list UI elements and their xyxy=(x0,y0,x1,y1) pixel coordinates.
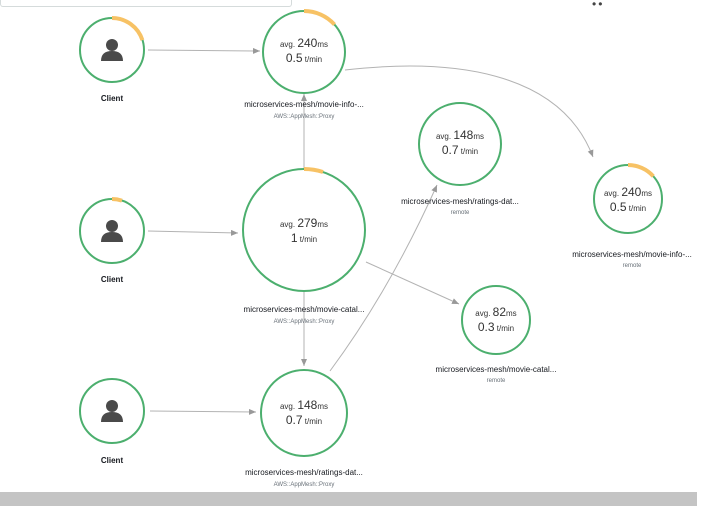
service-name[interactable]: microservices-mesh/movie-info-... xyxy=(572,250,692,259)
edge-client2-movie-catalog xyxy=(147,229,239,236)
page-margin xyxy=(697,0,715,506)
service-type: remote xyxy=(450,210,470,216)
service-type: AWS::AppMesh::Proxy xyxy=(273,114,335,120)
edge-catalog-catalog-remote xyxy=(365,261,460,305)
edge-client1-movie-info xyxy=(147,47,261,54)
service-node-movie-info[interactable] xyxy=(262,9,346,94)
service-type: AWS::AppMesh::Proxy xyxy=(273,319,335,325)
service-type: AWS::AppMesh::Proxy xyxy=(273,482,335,488)
service-type: remote xyxy=(622,263,642,269)
service-name[interactable]: microservices-mesh/movie-info-... xyxy=(244,100,364,109)
horizontal-scrollbar[interactable] xyxy=(0,492,697,506)
client-label: Client xyxy=(100,456,124,465)
service-name[interactable]: microservices-mesh/ratings-dat... xyxy=(401,197,519,206)
service-name[interactable]: microservices-mesh/ratings-dat... xyxy=(245,468,363,477)
edge-client3-ratings xyxy=(149,408,257,415)
client-node[interactable] xyxy=(79,16,145,83)
service-node-ratings[interactable] xyxy=(260,369,348,457)
service-name[interactable]: microservices-mesh/movie-catal... xyxy=(244,305,365,314)
service-node-movie-catalog-remote[interactable] xyxy=(461,285,531,355)
service-node-ratings-remote[interactable] xyxy=(418,102,502,186)
service-node-movie-catalog[interactable] xyxy=(242,166,366,292)
client-label: Client xyxy=(100,275,124,284)
client-label: Client xyxy=(100,94,124,103)
edges xyxy=(147,47,594,415)
client-node[interactable] xyxy=(79,197,145,264)
client-node[interactable] xyxy=(79,378,145,444)
service-name[interactable]: microservices-mesh/movie-catal... xyxy=(436,365,557,374)
service-node-movie-info-remote[interactable] xyxy=(593,163,663,234)
service-type: remote xyxy=(486,378,506,384)
